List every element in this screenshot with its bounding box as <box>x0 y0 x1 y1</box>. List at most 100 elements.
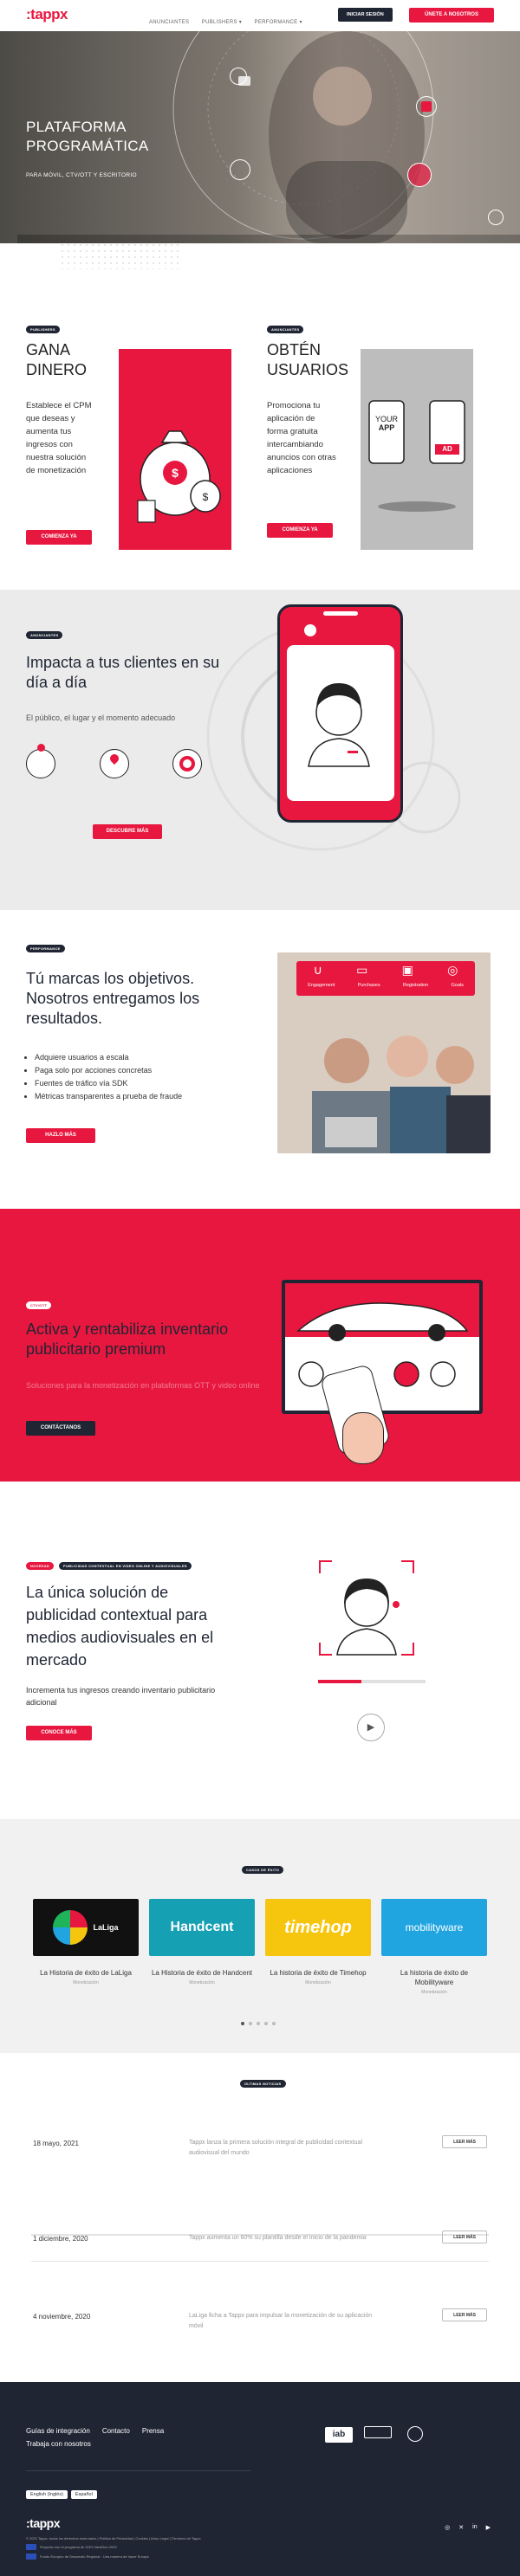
card-title-gana-dinero: GANA DINERO <box>26 341 88 378</box>
contextual-subtitle: Incrementa tus ingresos creando inventar… <box>26 1686 216 1707</box>
gender-icon <box>304 624 316 636</box>
impact-discover-button[interactable]: DESCUBRE MÁS <box>93 824 162 839</box>
carousel-dot[interactable] <box>264 2022 268 2025</box>
small-circle-icon <box>488 210 504 225</box>
eu-flag-icon <box>26 2544 36 2550</box>
contextual-title: La única solución de publicidad contextu… <box>26 1584 214 1669</box>
nav-performance[interactable]: PERFORMANCE ▾ <box>255 20 302 25</box>
news-text[interactable]: Tappx aumenta un 60% su plantilla desde … <box>189 2233 375 2244</box>
registration-label: Registration <box>402 983 429 988</box>
carousel-dot-active[interactable] <box>241 2022 244 2025</box>
footer-tappx-logo[interactable]: :tappx <box>26 2516 61 2530</box>
laliga-ball-icon <box>53 1910 88 1945</box>
footer-link-jobs[interactable]: Trabaja con nosotros <box>26 2440 91 2448</box>
case-card-handcent[interactable]: Handcent La Historia de éxito de Handcen… <box>149 1899 255 1985</box>
play-button[interactable]: ▶ <box>357 1714 385 1741</box>
goals-label: Goals <box>451 983 464 988</box>
footer-legal: © 2021 Tappx, todos los derechos reserva… <box>26 2536 201 2540</box>
bullet-item: Métricas transparentes a prueba de fraud… <box>35 1090 182 1103</box>
cases-section: CASOS DE ÉXITO LaLiga La Historia de éxi… <box>0 1819 520 2053</box>
carousel-dot[interactable] <box>272 2022 276 2025</box>
news-text[interactable]: LaLiga ficha a Tappx para impulsar la mo… <box>189 2311 375 2332</box>
ctv-title: Activa y rentabiliza inventario publicit… <box>26 1320 229 1358</box>
lang-spanish[interactable]: Español <box>70 2490 97 2499</box>
twitter-icon[interactable]: ✕ <box>458 2524 464 2531</box>
case-title: La Historia de éxito de LaLiga <box>40 1969 132 1977</box>
carousel-dot[interactable] <box>257 2022 260 2025</box>
social-icons: ◎ ✕ in ▶ <box>445 2524 491 2531</box>
footer-link-contact[interactable]: Contacto <box>102 2427 130 2435</box>
contextual-tag: PUBLICIDAD CONTEXTUAL EN VIDEO ONLINE Y … <box>59 1562 192 1570</box>
case-subtitle: Monetización <box>421 1990 447 1995</box>
svg-text:$: $ <box>203 491 209 503</box>
performance-title: Tú marcas los objetivos. Nosotros entreg… <box>26 970 200 1027</box>
language-switcher: English (Inglés) Español <box>26 2490 97 2499</box>
login-button[interactable]: INICIAR SESIÓN <box>338 8 393 22</box>
case-card-timehop[interactable]: timehop La historia de éxito de Timehop … <box>265 1899 371 1985</box>
eu-notice-1: Proyecto con el programa de ICEX NextGen… <box>40 2545 117 2549</box>
certification-logo <box>364 2426 392 2438</box>
publishers-start-button[interactable]: COMIENZA YA <box>26 530 92 545</box>
footer-links: Guías de integración Contacto Prensa <box>26 2427 164 2435</box>
eu-notice-2: Fondo Europeo de Desarrollo Regional · U… <box>40 2554 149 2559</box>
news-section: ÚLTIMAS NOTICIAS 18 mayo, 2021 Tappx lan… <box>0 2053 520 2382</box>
anunciantes-start-button[interactable]: COMIENZA YA <box>267 523 333 538</box>
novedad-tag: NOVEDAD <box>26 1562 55 1570</box>
tappx-logo[interactable]: :tappx <box>26 6 68 23</box>
face-scan-icon <box>319 1560 414 1656</box>
monitor-icon <box>238 76 250 86</box>
nav-publishers[interactable]: PUBLISHERS ▾ <box>202 20 242 25</box>
read-more-button[interactable]: LEER MÁS <box>442 2135 487 2148</box>
contextual-more-button[interactable]: CONOCE MÁS <box>26 1726 92 1740</box>
eu-flag-icon-2 <box>26 2553 36 2560</box>
news-text[interactable]: Tappx lanza la primera solución integral… <box>189 2138 375 2159</box>
footer-link-press[interactable]: Prensa <box>142 2427 164 2435</box>
impact-title: Impacta a tus clientes en su día a día <box>26 654 220 691</box>
play-icon <box>421 101 432 112</box>
instagram-icon[interactable]: ◎ <box>445 2524 450 2531</box>
carousel-dot[interactable] <box>249 2022 252 2025</box>
news-item: 4 noviembre, 2020 LaLiga ficha a Tappx p… <box>31 2278 489 2373</box>
case-subtitle: Monetización <box>189 1980 215 1985</box>
bullet-item: Adquiere usuarios a escala <box>35 1051 182 1064</box>
linkedin-icon[interactable]: in <box>472 2524 477 2531</box>
handcent-logo: Handcent <box>149 1899 255 1956</box>
case-card-laliga[interactable]: LaLiga La Historia de éxito de LaLiga Mo… <box>33 1899 139 1985</box>
monetize-acquire-section: PUBLISHERS GANA DINERO Establece el CPM … <box>0 243 520 590</box>
video-progress-fill <box>318 1680 361 1683</box>
person-avatar-icon <box>308 683 370 767</box>
audience-pin-icon <box>37 744 45 752</box>
bullet-item: Fuentes de tráfico vía SDK <box>35 1077 182 1090</box>
nav-anunciantes[interactable]: ANUNCIANTES <box>149 20 189 25</box>
laliga-brand-text: LaLiga <box>93 1923 119 1932</box>
phone-ad-label: AD <box>442 445 452 453</box>
engagement-label: Engagement <box>308 983 335 988</box>
read-more-button[interactable]: LEER MÁS <box>442 2231 487 2244</box>
registration-icon: ▣ <box>401 963 413 977</box>
purchases-label: Purchases <box>357 983 380 988</box>
hero-subtitle: PARA MÓVIL, CTV/OTT Y ESCRITORIO <box>26 172 137 178</box>
phone-camera-dots <box>323 611 358 616</box>
hero-title: PLATAFORMA PROGRAMÁTICA <box>26 119 149 154</box>
badge-logo <box>407 2426 423 2442</box>
ctv-section: CTV/OTT Activa y rentabiliza inventario … <box>0 1209 520 1482</box>
read-more-button[interactable]: LEER MÁS <box>442 2308 487 2321</box>
case-title: La Historia de éxito de Handcent <box>151 1969 253 1977</box>
signup-button[interactable]: ÚNETE A NOSOTROS <box>409 8 494 23</box>
ctv-tag: CTV/OTT <box>26 1301 52 1309</box>
youtube-icon[interactable]: ▶ <box>486 2524 491 2531</box>
lang-english[interactable]: English (Inglés) <box>26 2490 68 2499</box>
footer-link-integration[interactable]: Guías de integración <box>26 2427 90 2435</box>
footer-divider <box>26 2470 251 2471</box>
ctv-contact-button[interactable]: CONTÁCTANOS <box>26 1421 95 1436</box>
money-illustration-panel: $ $ <box>119 349 231 550</box>
magnet-icon: ∪ <box>313 963 322 977</box>
performance-more-button[interactable]: HAZLO MÁS <box>26 1128 95 1143</box>
news-date: 1 diciembre, 2020 <box>33 2235 88 2243</box>
case-title: La historia de éxito de Timehop <box>270 1969 367 1977</box>
case-card-mobilityware[interactable]: mobilityware La historia de éxito de Mob… <box>381 1899 487 1995</box>
news-date: 18 mayo, 2021 <box>33 2140 79 2147</box>
performance-tag: PERFORMANCE <box>26 945 65 952</box>
news-divider <box>31 2261 489 2262</box>
card-tag-anunciantes: ANUNCIANTES <box>267 326 304 333</box>
